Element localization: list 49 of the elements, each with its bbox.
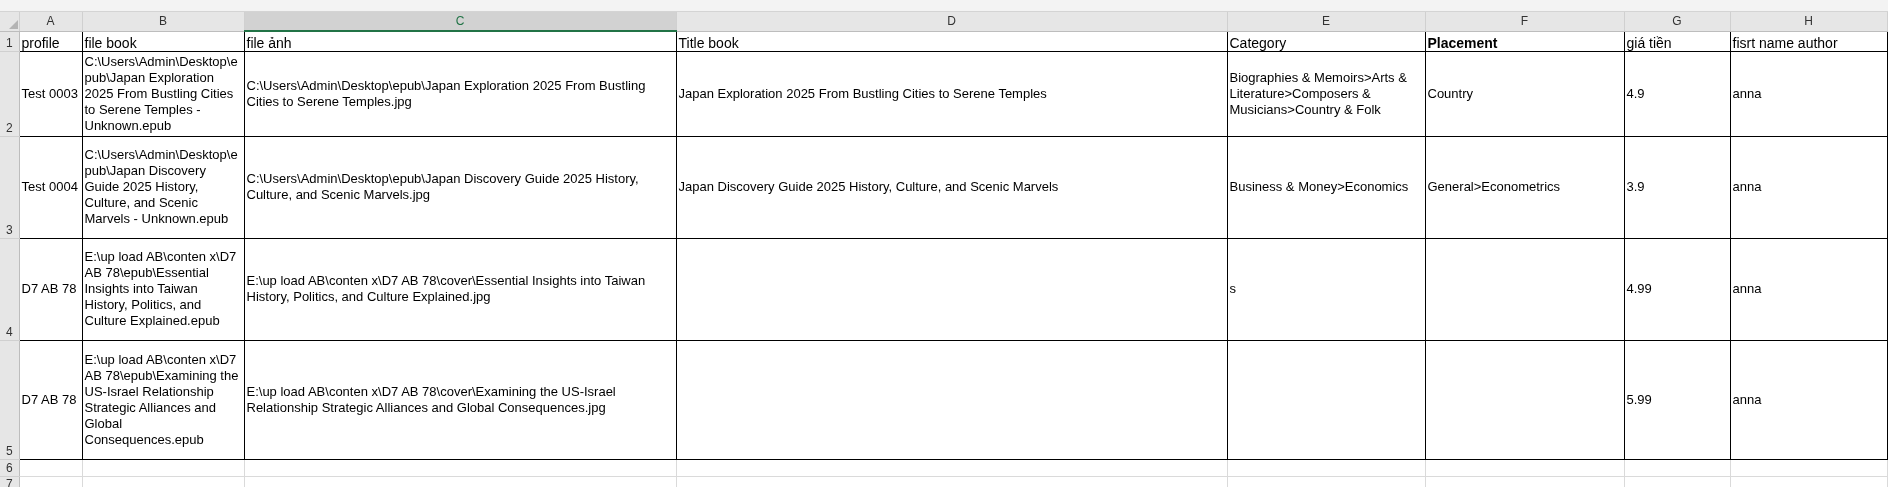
table-cell: anna <box>1732 281 1762 296</box>
table-cell: 3.9 <box>1626 179 1645 194</box>
table-cell: anna <box>1732 85 1762 101</box>
table-cell: C:\Users\Admin\Desktop\epub\Japan Discovery Guide 2025 History, Culture, and Scenic Marvels - Unknown.epub <box>84 147 238 226</box>
table-cell: Japan Discovery Guide 2025 History, Culture, and Scenic Marvels <box>678 179 1059 194</box>
table-cell: Test 0004 <box>21 179 78 194</box>
table-cell: profile <box>21 34 60 50</box>
table-cell: fisrt name author <box>1732 34 1838 50</box>
table-cell: Placement <box>1427 34 1498 50</box>
row-header[interactable]: 7 <box>0 476 19 487</box>
column-header[interactable]: G <box>1624 12 1730 31</box>
row-header[interactable]: 4 <box>0 238 19 340</box>
table-cell: C:\Users\Admin\Desktop\epub\Japan Discovery Guide 2025 History, Culture, and Scenic Marvels.jpg <box>246 171 639 202</box>
column-header[interactable]: D <box>676 12 1227 31</box>
row-header[interactable]: 3 <box>0 136 19 238</box>
column-header[interactable]: B <box>82 12 244 31</box>
table-cell: anna <box>1732 391 1762 407</box>
table-cell: Category <box>1229 34 1287 50</box>
row-header[interactable]: 5 <box>0 340 19 459</box>
table-cell: Business & Money>Economics <box>1229 179 1409 194</box>
table-cell: giá tiền <box>1626 34 1672 50</box>
column-header[interactable]: C <box>244 12 676 31</box>
table-cell: C:\Users\Admin\Desktop\epub\Japan Exploration 2025 From Bustling Cities to Serene Temples.jpg <box>246 77 646 109</box>
table-cell: E:\up load AB\conten x\D7 AB 78\cover\Essential Insights into Taiwan History, Politics, and Culture Explained.jpg <box>246 273 646 304</box>
column-header[interactable]: H <box>1730 12 1887 31</box>
table-cell: Test 0003 <box>21 85 78 101</box>
select-all-icon[interactable] <box>8 19 18 29</box>
table-cell: E:\up load AB\conten x\D7 AB 78\epub\Examining the US-Israel Relationship Strategic Alliances and Global Consequences.epub <box>84 351 239 447</box>
table-cell: D7 AB 78 <box>21 281 77 296</box>
table-cell: C:\Users\Admin\Desktop\epub\Japan Exploration 2025 From Bustling Cities to Serene Temples - Unknown.epub <box>84 53 238 133</box>
table-cell: General>Econometrics <box>1427 179 1561 194</box>
table-cell: Country <box>1427 85 1474 101</box>
table-cell: file book <box>84 34 137 50</box>
column-header[interactable]: E <box>1227 12 1425 31</box>
table-cell: s <box>1229 281 1236 296</box>
table-cell: D7 AB 78 <box>21 391 77 407</box>
column-header[interactable]: A <box>19 12 82 31</box>
table-cell: 4.9 <box>1626 85 1645 101</box>
table-cell: Biographies & Memoirs>Arts & Literature>Composers & Musicians>Country & Folk <box>1229 69 1407 117</box>
table-cell: 5.99 <box>1626 391 1652 407</box>
table-cell: E:\up load AB\conten x\D7 AB 78\epub\Essential Insights into Taiwan History, Politics, and Culture Explained.epub <box>84 249 237 328</box>
table-cell: file ảnh <box>246 34 292 50</box>
table-cell: E:\up load AB\conten x\D7 AB 78\cover\Examining the US-Israel Relationship Strategic Alliances and Global Consequences.jpg <box>246 383 616 415</box>
row-header[interactable]: 2 <box>0 51 19 136</box>
table-cell: 4.99 <box>1626 281 1652 296</box>
table-cell: Japan Exploration 2025 From Bustling Cities to Serene Temples <box>678 85 1047 101</box>
table-cell: Title book <box>678 34 739 50</box>
column-header[interactable]: F <box>1425 12 1624 31</box>
table-cell: anna <box>1732 179 1762 194</box>
